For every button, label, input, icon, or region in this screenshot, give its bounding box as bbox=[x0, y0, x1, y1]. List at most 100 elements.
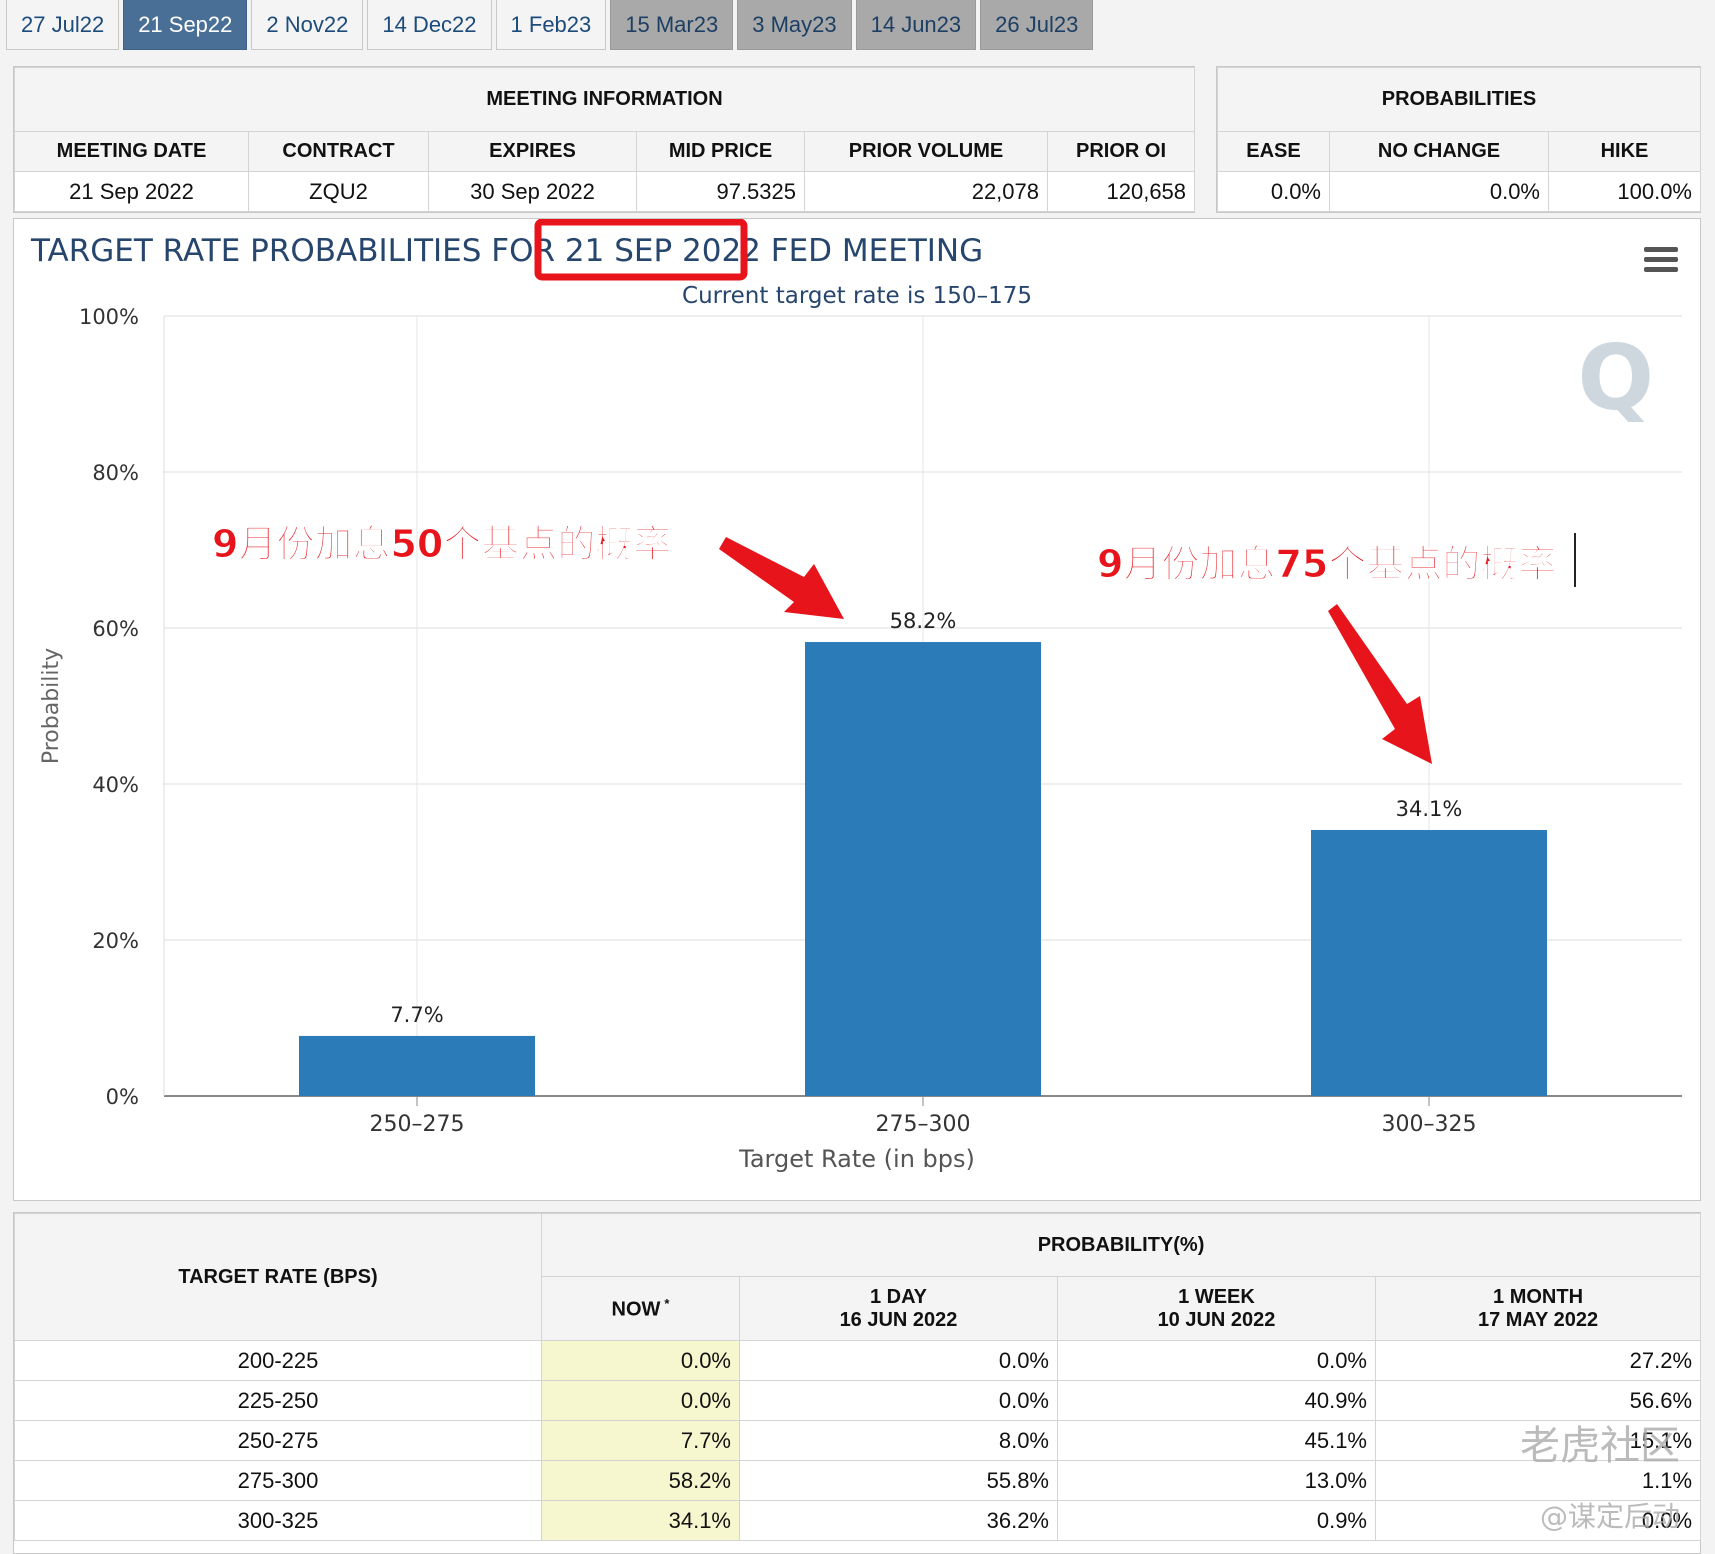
probability-cell: 27.2% bbox=[1374, 1340, 1702, 1381]
chart-menu-icon[interactable] bbox=[1644, 247, 1678, 277]
probabilities-title: PROBABILITIES bbox=[1217, 67, 1701, 132]
annotation-arrow-icon bbox=[719, 537, 844, 619]
bar-data-label: 7.7% bbox=[390, 1003, 443, 1027]
y-tick-label: 40% bbox=[92, 773, 139, 797]
rates-sub-header: 1 WEEK 10 JUN 2022 bbox=[1057, 1276, 1376, 1341]
y-tick-label: 100% bbox=[79, 305, 139, 329]
tab-26-jul23[interactable]: 26 Jul23 bbox=[980, 0, 1094, 50]
rates-panel: TARGET RATE (BPS) PROBABILITY(%) NOW * 1 D… bbox=[13, 1212, 1702, 1554]
table-row: 275-300 58.2% 55.8% 13.0% 1.1% bbox=[14, 1460, 1702, 1501]
probability-cell: 0.0% bbox=[1057, 1340, 1376, 1381]
probability-cell: 40.9% bbox=[1057, 1380, 1376, 1421]
y-tick-label: 0% bbox=[106, 1085, 139, 1109]
probability-bar-chart: TARGET RATE PROBABILITIES FOR 21 SEP 202… bbox=[30, 219, 1682, 1173]
table-row: 225-250 0.0% 0.0% 40.9% 56.6% bbox=[14, 1380, 1702, 1421]
cme-logo-icon: Q bbox=[1577, 326, 1654, 431]
chart-title-prefix: TARGET RATE PROBABILITIES FOR bbox=[30, 233, 565, 269]
table-row: 200-225 0.0% 0.0% 0.0% 27.2% bbox=[14, 1340, 1702, 1381]
probability-cell: 7.7% bbox=[541, 1420, 740, 1461]
meeting-info-title: MEETING INFORMATION bbox=[13, 67, 1196, 132]
target-rate-cell: 250-275 bbox=[14, 1420, 542, 1461]
meeting-info-col-header: PRIOR VOLUME bbox=[804, 131, 1048, 172]
probability-cell: 0.0% bbox=[739, 1380, 1058, 1421]
watermark-handle: @谋定后动 bbox=[1539, 1500, 1680, 1533]
probabilities-col-header: EASE bbox=[1217, 131, 1330, 172]
chart-panel: TARGET RATE PROBABILITIES FOR 21 SEP 202… bbox=[13, 218, 1701, 1201]
tab-1-feb23[interactable]: 1 Feb23 bbox=[495, 0, 607, 50]
meeting-info-col-header: CONTRACT bbox=[248, 131, 429, 172]
target-rate-cell: 200-225 bbox=[14, 1340, 542, 1381]
annotation-50bp: 9月份加息50个基点的概率 bbox=[212, 522, 671, 566]
probability-cell: 13.0% bbox=[1057, 1460, 1376, 1501]
bar-data-label: 34.1% bbox=[1396, 797, 1463, 821]
meeting-info-col-header: MID PRICE bbox=[636, 131, 805, 172]
y-tick-label: 80% bbox=[92, 461, 139, 485]
probabilities-cell: 0.0% bbox=[1329, 171, 1549, 212]
x-tick-label: 275–300 bbox=[876, 1112, 971, 1137]
chart-title: TARGET RATE PROBABILITIES FOR 21 SEP 202… bbox=[30, 233, 983, 269]
rates-sub-header-line1: 1 MONTH bbox=[1493, 1285, 1584, 1308]
table-row: 300-325 34.1% 36.2% 0.9% 0.0% bbox=[14, 1500, 1702, 1541]
x-tick-label: 250–275 bbox=[370, 1112, 465, 1137]
target-rate-header: TARGET RATE (BPS) bbox=[14, 1213, 542, 1341]
x-tick-label: 300–325 bbox=[1382, 1112, 1477, 1137]
now-footnote-marker: * bbox=[664, 1295, 670, 1311]
rates-sub-header: 1 MONTH 17 MAY 2022 bbox=[1374, 1276, 1702, 1341]
y-axis-title: Probability bbox=[39, 648, 64, 764]
meeting-tabs: 27 Jul22 21 Sep22 2 Nov22 14 Dec22 1 Feb23 15… bbox=[6, 0, 1094, 52]
rates-sub-header: NOW * bbox=[541, 1276, 740, 1341]
meeting-info-cell: 21 Sep 2022 bbox=[14, 171, 249, 212]
target-rate-cell: 300-325 bbox=[14, 1500, 542, 1541]
target-rate-cell: 225-250 bbox=[14, 1380, 542, 1421]
chart-title-suffix: FED MEETING bbox=[761, 233, 983, 269]
annotation-75bp: 9月份加息75个基点的概率 bbox=[1097, 542, 1556, 586]
bar-300–325[interactable] bbox=[1311, 830, 1547, 1096]
rates-sub-header-line1: NOW bbox=[611, 1298, 661, 1321]
probability-group-header: PROBABILITY(%) bbox=[540, 1213, 1702, 1277]
probability-cell: 36.2% bbox=[739, 1500, 1058, 1541]
meeting-info-cell: 22,078 bbox=[804, 171, 1048, 212]
meeting-info-col-header: PRIOR OI bbox=[1046, 131, 1196, 172]
tab-27-jul22[interactable]: 27 Jul22 bbox=[6, 0, 120, 50]
bar-275–300[interactable] bbox=[805, 642, 1041, 1096]
probability-cell: 58.2% bbox=[541, 1460, 740, 1501]
probability-cell: 0.9% bbox=[1057, 1500, 1376, 1541]
meeting-info-col-header: EXPIRES bbox=[428, 131, 637, 172]
watermark-logo: 老虎社区 bbox=[1520, 1423, 1680, 1469]
tab-3-may23[interactable]: 3 May23 bbox=[737, 0, 852, 50]
probabilities-col-header: NO CHANGE bbox=[1329, 131, 1549, 172]
tab-14-dec22[interactable]: 14 Dec22 bbox=[367, 0, 492, 50]
probability-cell: 55.8% bbox=[739, 1460, 1058, 1501]
probability-cell: 0.0% bbox=[541, 1380, 740, 1421]
probability-cell: 34.1% bbox=[541, 1500, 740, 1541]
rates-table: TARGET RATE (BPS) PROBABILITY(%) NOW * 1 D… bbox=[14, 1213, 1702, 1541]
meeting-info-cell: ZQU2 bbox=[248, 171, 429, 212]
target-rate-cell: 275-300 bbox=[14, 1460, 542, 1501]
meeting-info-table: MEETING INFORMATION MEETING DATE CONTRACT… bbox=[13, 67, 1196, 212]
rates-sub-header-line1: 1 WEEK bbox=[1178, 1285, 1255, 1308]
rates-sub-header-line2: 10 JUN 2022 bbox=[1157, 1308, 1276, 1331]
tab-15-mar23[interactable]: 15 Mar23 bbox=[610, 0, 734, 50]
probabilities-cell: 0.0% bbox=[1217, 171, 1330, 212]
probabilities-table: PROBABILITIES EASE NO CHANGE HIKE 0.0% 0.0%… bbox=[1217, 67, 1701, 212]
probabilities-cell: 100.0% bbox=[1548, 171, 1701, 212]
meeting-info-col-header: MEETING DATE bbox=[14, 131, 249, 172]
rates-sub-header-line2: 17 MAY 2022 bbox=[1477, 1308, 1599, 1331]
tab-21-sep22[interactable]: 21 Sep22 bbox=[123, 0, 248, 50]
tab-2-nov22[interactable]: 2 Nov22 bbox=[251, 0, 364, 50]
bar-250–275[interactable] bbox=[299, 1035, 535, 1096]
table-row: 250-275 7.7% 8.0% 45.1% 15.1% bbox=[14, 1420, 1702, 1461]
probabilities-col-header: HIKE bbox=[1548, 131, 1701, 172]
meeting-info-panel: MEETING INFORMATION MEETING DATE CONTRACT… bbox=[13, 66, 1196, 213]
probability-cell: 0.0% bbox=[541, 1340, 740, 1381]
x-axis-title: Target Rate (in bps) bbox=[738, 1145, 975, 1173]
meeting-info-cell: 120,658 bbox=[1046, 171, 1196, 212]
probability-cell: 0.0% bbox=[739, 1340, 1058, 1381]
y-tick-label: 60% bbox=[92, 617, 139, 641]
bar-data-label: 58.2% bbox=[890, 609, 957, 633]
rates-sub-header: 1 DAY 16 JUN 2022 bbox=[739, 1276, 1058, 1341]
probability-cell: 45.1% bbox=[1057, 1420, 1376, 1461]
tab-14-jun23[interactable]: 14 Jun23 bbox=[855, 0, 977, 50]
y-tick-label: 20% bbox=[92, 929, 139, 953]
meeting-info-cell: 30 Sep 2022 bbox=[428, 171, 637, 212]
